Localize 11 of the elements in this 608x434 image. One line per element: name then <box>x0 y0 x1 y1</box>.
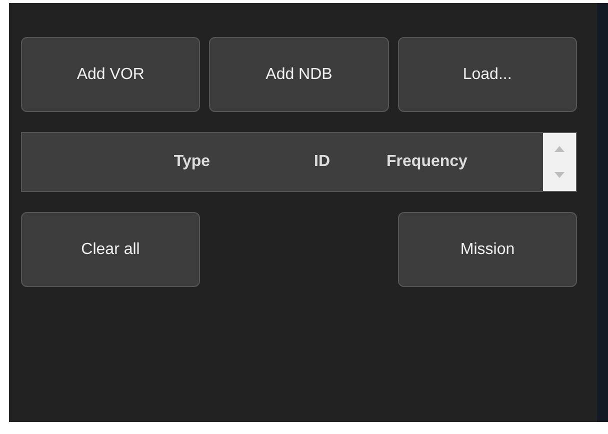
scroll-down-icon[interactable] <box>554 172 565 178</box>
action-button[interactable]: Mission <box>398 212 577 287</box>
action-button[interactable]: Add VOR <box>21 37 200 112</box>
column-header[interactable]: Type <box>174 153 210 171</box>
action-button[interactable]: Add NDB <box>209 37 389 112</box>
scroll-up-icon[interactable] <box>554 146 565 152</box>
scrollbar[interactable] <box>543 133 576 191</box>
action-button[interactable]: Load... <box>398 37 577 112</box>
column-header[interactable]: ID <box>314 153 330 171</box>
action-button[interactable]: Clear all <box>21 212 200 287</box>
column-header[interactable]: Frequency <box>386 153 468 171</box>
